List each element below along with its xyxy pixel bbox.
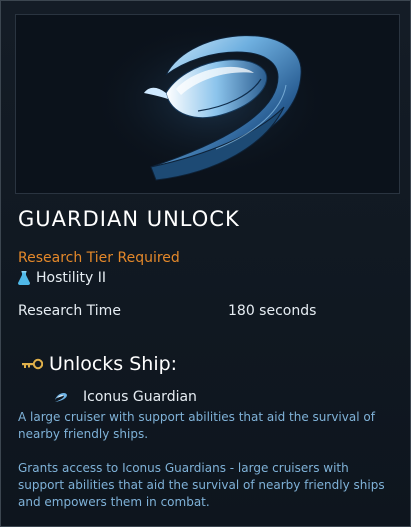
key-icon [22, 358, 43, 370]
unlocked-ship-entry: Iconus Guardian [53, 389, 197, 405]
ship-artwork [15, 14, 400, 194]
ship-description: A large cruiser with support abilities t… [18, 410, 375, 441]
unlock-description: Grants access to Iconus Guardians - larg… [18, 461, 385, 509]
research-time-value: 180 seconds [228, 303, 317, 319]
research-tier-value: Hostility II [36, 270, 107, 286]
flask-icon [18, 271, 30, 285]
research-time-label: Research Time [18, 303, 121, 319]
unlocks-heading-text: Unlocks Ship: [49, 353, 178, 375]
research-tier-requirement: Hostility II [18, 269, 106, 287]
unlocks-ship-heading: Unlocks Ship: [21, 353, 177, 375]
guardian-ship-illustration [91, 20, 331, 181]
ship-icon [55, 392, 67, 402]
card-title: GUARDIAN UNLOCK [18, 207, 240, 231]
research-tier-label: Research Tier Required [18, 250, 180, 266]
unlocked-ship-name: Iconus Guardian [83, 389, 197, 405]
unlock-card: GUARDIAN UNLOCK Research Tier Required H… [0, 0, 411, 527]
